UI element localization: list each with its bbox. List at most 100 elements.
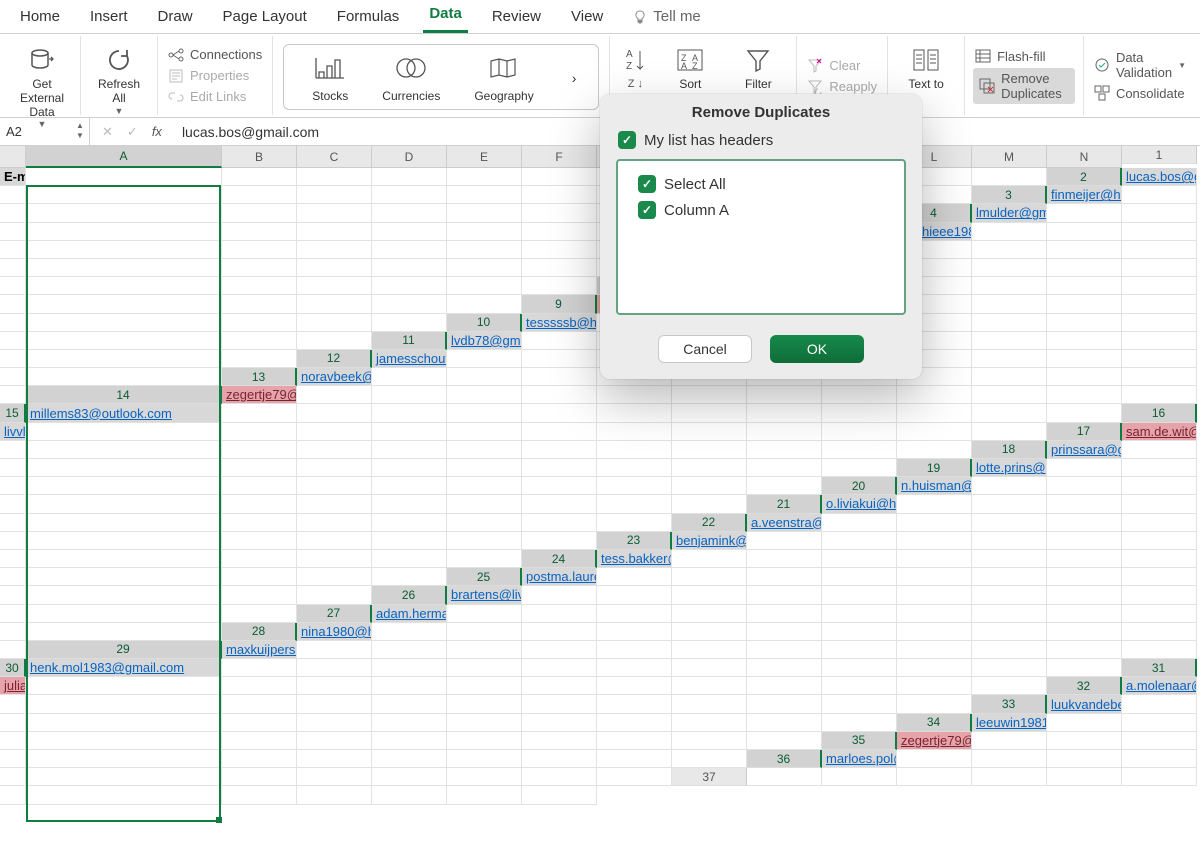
cell-N9[interactable] (372, 314, 447, 332)
cell-C19[interactable] (1122, 459, 1197, 477)
cell-F15[interactable] (522, 404, 597, 422)
cell-C27[interactable] (522, 605, 597, 623)
cell-F31[interactable] (447, 677, 522, 695)
cell-E33[interactable] (222, 714, 297, 732)
cell-C32[interactable] (26, 695, 222, 713)
row-header-18[interactable]: 18 (972, 441, 1047, 459)
row-header-37[interactable]: 37 (672, 768, 747, 786)
cell-B12[interactable] (447, 350, 522, 368)
cell-A12[interactable]: jamesschouten@gmail.com (372, 350, 447, 368)
cell-B18[interactable] (1122, 441, 1197, 459)
cell-F27[interactable] (747, 605, 822, 623)
cell-D15[interactable] (372, 404, 447, 422)
cell-H17[interactable] (522, 441, 597, 459)
cell-L7[interactable] (372, 277, 447, 295)
cell-I12[interactable] (972, 350, 1047, 368)
row-header-11[interactable]: 11 (372, 332, 447, 350)
cell-L13[interactable] (1047, 368, 1122, 386)
cell-A32[interactable]: a.molenaar@kpn.nl (1122, 677, 1197, 695)
cell-H19[interactable] (372, 477, 447, 495)
cell-G1[interactable] (522, 168, 597, 186)
cell-G26[interactable] (897, 586, 972, 604)
cell-D1[interactable] (297, 168, 372, 186)
cell-L22[interactable] (372, 532, 447, 550)
chevron-right-icon[interactable]: › (568, 70, 581, 86)
cell-L12[interactable] (1122, 350, 1197, 368)
cell-H20[interactable] (297, 495, 372, 513)
cell-H28[interactable] (822, 623, 897, 641)
cell-A3[interactable]: finmeijer@hotmail.com (1047, 186, 1122, 204)
row-header-9[interactable]: 9 (522, 295, 597, 313)
cell-H34[interactable] (372, 732, 447, 750)
cell-A18[interactable]: prinssara@gmail.com (1047, 441, 1122, 459)
cell-M33[interactable] (747, 714, 822, 732)
cell-M30[interactable] (972, 659, 1047, 677)
column-header-B[interactable]: B (222, 146, 297, 168)
row-header-2[interactable]: 2 (1047, 168, 1122, 186)
cell-K35[interactable] (447, 750, 522, 768)
cell-M22[interactable] (447, 532, 522, 550)
cell-K9[interactable] (26, 314, 222, 332)
row-header-21[interactable]: 21 (747, 495, 822, 513)
cell-F24[interactable] (972, 550, 1047, 568)
data-types-gallery[interactable]: Stocks Currencies Geography › (283, 44, 599, 110)
cell-D13[interactable] (522, 368, 597, 386)
row-header-33[interactable]: 33 (972, 695, 1047, 713)
cell-F25[interactable] (897, 568, 972, 586)
cell-E7[interactable] (1047, 259, 1122, 277)
cell-N27[interactable] (26, 623, 222, 641)
cell-B25[interactable] (597, 568, 672, 586)
cell-E17[interactable] (297, 441, 372, 459)
name-box[interactable]: A2 ▲▼ (0, 118, 90, 145)
cell-D21[interactable] (1047, 495, 1122, 513)
cell-A14[interactable]: zegertje79@gmail.com (222, 386, 297, 404)
cell-D25[interactable] (747, 568, 822, 586)
cell-D6[interactable] (1047, 241, 1122, 259)
cell-F35[interactable] (26, 750, 222, 768)
cell-C20[interactable] (1047, 477, 1122, 495)
cell-N32[interactable] (897, 695, 972, 713)
cell-H11[interactable] (972, 332, 1047, 350)
cell-I7[interactable] (222, 277, 297, 295)
cell-M36[interactable] (522, 768, 597, 786)
cell-M10[interactable] (222, 332, 297, 350)
cell-H8[interactable] (0, 295, 26, 313)
row-header-19[interactable]: 19 (897, 459, 972, 477)
cell-L20[interactable] (522, 495, 597, 513)
cell-D20[interactable] (1122, 477, 1197, 495)
cell-B35[interactable] (972, 732, 1047, 750)
row-header-31[interactable]: 31 (1122, 659, 1197, 677)
cell-D24[interactable] (822, 550, 897, 568)
text-to-columns-button[interactable]: Text to (896, 40, 956, 96)
cell-I21[interactable] (297, 514, 372, 532)
cell-N18[interactable] (822, 459, 897, 477)
sort-button[interactable]: ZAAZ Sort (660, 40, 720, 96)
cell-E15[interactable] (447, 404, 522, 422)
cell-C30[interactable] (297, 659, 372, 677)
cell-I3[interactable] (522, 204, 597, 222)
row-header-28[interactable]: 28 (222, 623, 297, 641)
cell-M26[interactable] (26, 605, 222, 623)
cell-H36[interactable] (222, 768, 297, 786)
flash-fill-button[interactable]: Flash-fill (973, 47, 1075, 65)
name-box-stepper[interactable]: ▲▼ (73, 120, 87, 143)
cell-E22[interactable] (1047, 514, 1122, 532)
cell-B37[interactable] (822, 768, 897, 786)
has-headers-checkbox[interactable]: ✓ (618, 131, 636, 149)
stocks-button[interactable]: Stocks (312, 53, 348, 103)
cell-K10[interactable] (0, 332, 26, 350)
cell-K18[interactable] (597, 459, 672, 477)
cell-L23[interactable] (297, 550, 372, 568)
cell-A20[interactable]: n.huisman@gmail.com (897, 477, 972, 495)
cell-D17[interactable] (222, 441, 297, 459)
cell-L18[interactable] (672, 459, 747, 477)
cell-I22[interactable] (222, 532, 297, 550)
column-header-D[interactable]: D (372, 146, 447, 168)
cell-I31[interactable] (672, 677, 747, 695)
cell-L31[interactable] (822, 677, 897, 695)
cell-E29[interactable] (522, 641, 597, 659)
cell-H30[interactable] (672, 659, 747, 677)
cell-I30[interactable] (747, 659, 822, 677)
cell-B17[interactable] (0, 441, 26, 459)
cell-H18[interactable] (447, 459, 522, 477)
